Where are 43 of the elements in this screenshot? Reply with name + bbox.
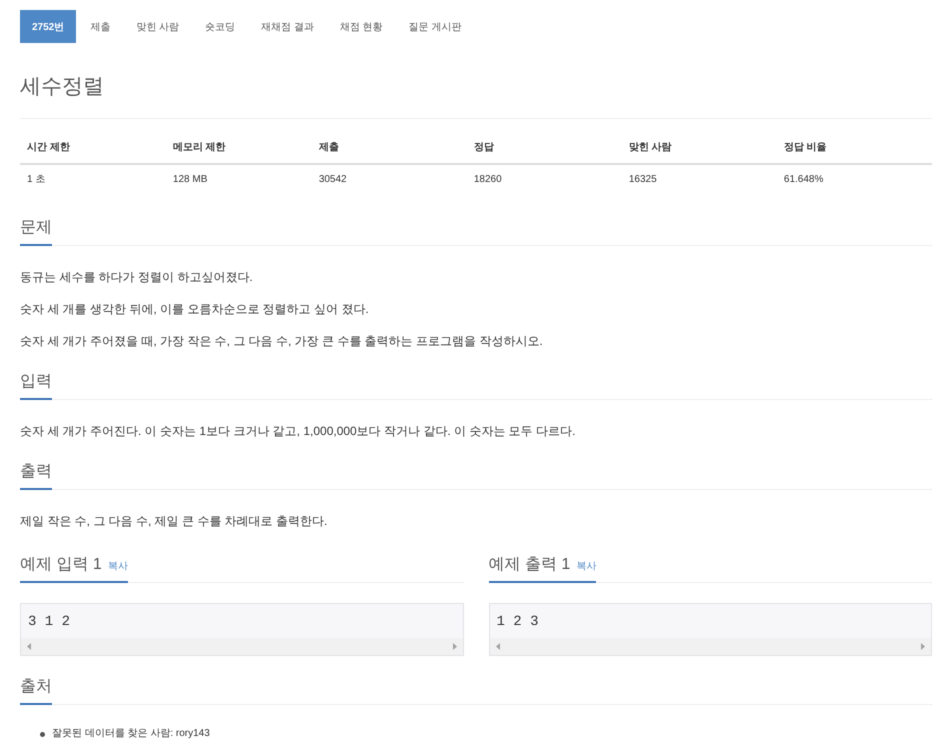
tab[interactable]: 맞힌 사람 — [124, 10, 192, 43]
copy-link[interactable]: 복사 — [576, 559, 596, 573]
right-triangle-icon[interactable] — [921, 643, 925, 650]
table-header-cell: 메모리 제한 — [166, 133, 312, 164]
table-cell: 128 MB — [166, 164, 312, 195]
section-heading: 예제 출력 1 — [488, 555, 570, 575]
table-cell: 30542 — [312, 164, 467, 195]
sample-code: 3 1 2 — [27, 613, 72, 632]
table-cell: 1 초 — [20, 164, 166, 195]
table-header-cell: 정답 — [466, 133, 622, 164]
paragraph: 숫자 세 개가 주어졌을 때, 가장 작은 수, 그 다음 수, 가장 큰 수를 출력하는 프로그램을 작성하시오. — [20, 333, 544, 350]
paragraph: 동규는 세수를 하다가 정렬이 하고싶어졌다. — [20, 269, 254, 286]
paragraph: 제일 작은 수, 그 다음 수, 제일 큰 수를 차례대로 출력한다. — [20, 513, 328, 530]
table-cell: 61.648% — [776, 164, 932, 195]
table-header-cell: 맞힌 사람 — [622, 133, 777, 164]
table-cell: 18260 — [466, 164, 622, 195]
section-heading: 입력 — [20, 372, 52, 392]
tab[interactable]: 숏코딩 — [193, 10, 248, 43]
section-heading: 출력 — [20, 462, 52, 482]
table-header-cell: 제출 — [312, 133, 467, 164]
list-item-text: 잘못된 데이터를 찾은 사람: rory143 — [52, 727, 210, 741]
left-triangle-icon[interactable] — [496, 643, 500, 650]
horizontal-scrollbar[interactable] — [490, 638, 931, 655]
tab[interactable]: 제출 — [78, 10, 122, 43]
problem-title: 세수정렬 — [20, 74, 104, 100]
table-header-cell: 정답 비율 — [776, 133, 932, 164]
bullet-icon — [40, 732, 45, 736]
tab[interactable]: 재채점 결과 — [249, 10, 326, 43]
section-heading: 문제 — [20, 218, 52, 238]
paragraph: 숫자 세 개가 주어진다. 이 숫자는 1보다 크거나 같고, 1,000,000보다 작거나 같다. 이 숫자는 모두 다르다. — [20, 423, 576, 440]
horizontal-scrollbar[interactable] — [21, 638, 462, 655]
table-cell: 16325 — [622, 164, 777, 195]
section-heading: 출처 — [20, 677, 52, 697]
sample-code: 1 2 3 — [496, 613, 540, 632]
right-triangle-icon[interactable] — [452, 643, 456, 650]
tab[interactable]: 채점 현황 — [328, 10, 395, 43]
left-triangle-icon[interactable] — [27, 643, 31, 650]
paragraph: 숫자 세 개를 생각한 뒤에, 이를 오름차순으로 정렬하고 싶어 졌다. — [20, 301, 370, 318]
tab[interactable]: 질문 게시판 — [396, 10, 474, 43]
table-header-cell: 시간 제한 — [20, 133, 166, 164]
tab[interactable]: 2752번 — [20, 10, 76, 43]
section-heading: 예제 입력 1 — [20, 555, 102, 575]
copy-link[interactable]: 복사 — [108, 559, 128, 573]
